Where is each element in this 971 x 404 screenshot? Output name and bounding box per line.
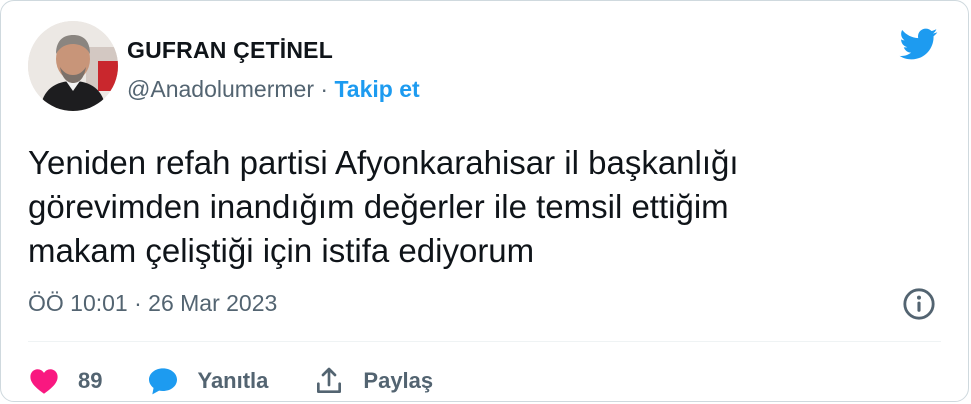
tweet-text-line: Yeniden refah partisi Afyonkarahisar il …: [28, 144, 739, 181]
tweet-timestamp[interactable]: ÖÖ 10:01 · 26 Mar 2023: [28, 290, 277, 317]
tweet-text-line: makam çeliştiği için istifa ediyorum: [28, 232, 535, 269]
heart-icon: [30, 369, 58, 394]
like-count: 89: [78, 368, 103, 393]
avatar-photo: [28, 21, 118, 111]
tweet-card: GUFRAN ÇETİNEL @Anadolumermer · Takip et…: [0, 0, 969, 402]
author-name[interactable]: GUFRAN ÇETİNEL: [127, 37, 333, 64]
share-button[interactable]: Paylaş: [313, 365, 433, 397]
share-label: Paylaş: [363, 368, 434, 393]
divider: [28, 341, 941, 342]
action-bar: 89 Yanıtla Paylaş: [28, 359, 478, 401]
share-arrow-icon: [317, 367, 342, 393]
info-icon[interactable]: [902, 287, 936, 321]
reply-label: Yanıtla: [197, 368, 269, 393]
like-button[interactable]: 89: [28, 365, 102, 397]
tweet-text-line: görevimden inandığım değerler ile temsil…: [28, 188, 729, 225]
speech-bubble-icon: [149, 368, 178, 395]
separator-dot: ·: [320, 76, 329, 102]
author-meta: @Anadolumermer · Takip et: [127, 76, 420, 103]
follow-button[interactable]: Takip et: [334, 76, 419, 102]
tweet-text: Yeniden refah partisi Afyonkarahisar il …: [28, 141, 908, 273]
avatar[interactable]: [28, 21, 118, 111]
reply-button[interactable]: Yanıtla: [147, 365, 268, 397]
twitter-bird-icon[interactable]: [894, 24, 942, 64]
author-handle[interactable]: @Anadolumermer: [127, 76, 314, 102]
